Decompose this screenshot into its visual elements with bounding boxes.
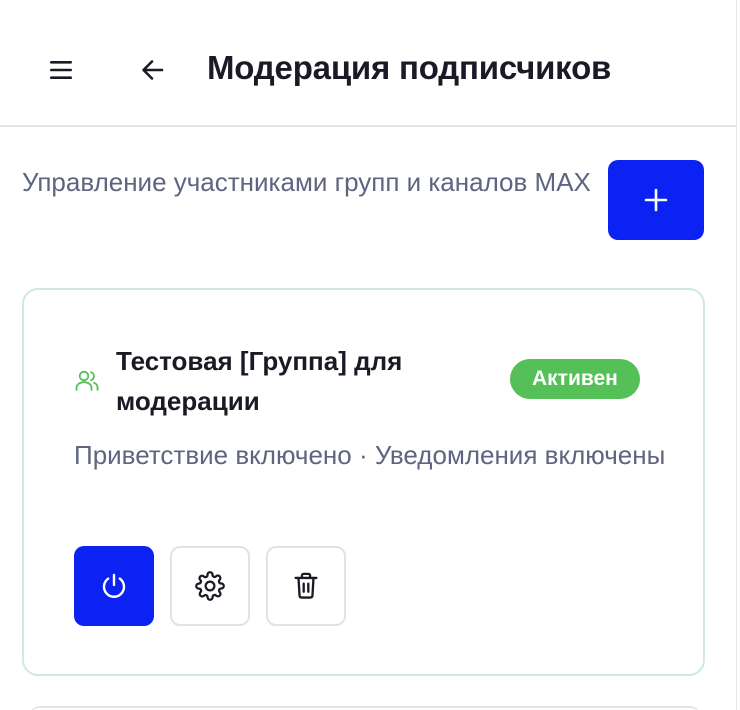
page-title: Модерация подписчиков: [207, 49, 612, 86]
add-group-button[interactable]: [608, 160, 704, 240]
next-group-card: [30, 706, 700, 710]
plus-icon: [644, 188, 668, 212]
users-icon: [75, 370, 99, 391]
hamburger-menu-icon: [50, 61, 72, 79]
page-divider: [736, 0, 737, 710]
group-card: Тестовая [Группа] для модерации Активен …: [22, 288, 705, 676]
group-settings-button[interactable]: [170, 546, 250, 626]
back-button[interactable]: [131, 48, 175, 92]
page: Модерация подписчиков Управление участни…: [0, 0, 740, 710]
menu-button[interactable]: [40, 48, 84, 92]
group-settings-summary: Приветствие включено · Уведомления включ…: [74, 440, 666, 470]
power-icon: [102, 573, 126, 598]
page-subtitle: Управление участниками групп и каналов M…: [22, 167, 591, 197]
trash-icon: [294, 572, 318, 599]
group-name: Тестовая [Группа] для модерации: [116, 346, 403, 416]
arrow-left-icon: [142, 60, 164, 80]
toggle-power-button[interactable]: [74, 546, 154, 626]
delete-group-button[interactable]: [266, 546, 346, 626]
gear-icon: [195, 571, 225, 601]
status-badge: Активен: [510, 359, 640, 399]
top-bar: Модерация подписчиков: [0, 0, 736, 127]
